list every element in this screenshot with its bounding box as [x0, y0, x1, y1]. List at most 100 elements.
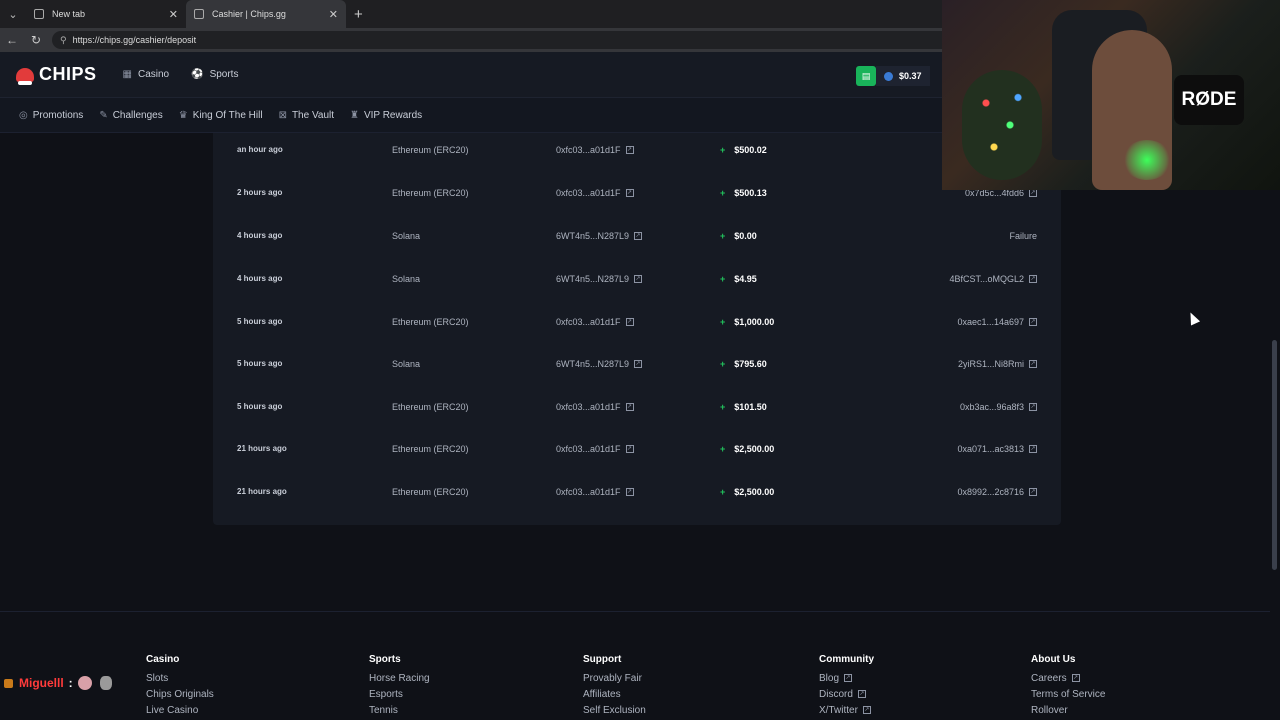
subnav-king-of-the-hill[interactable]: ♛ King Of The Hill [179, 110, 263, 121]
external-link-icon[interactable]: ↗ [625, 487, 634, 496]
tx-address-link[interactable]: 6WT4n5...N287L9 ↗ [556, 230, 643, 241]
back-arrow-icon[interactable]: ← [0, 33, 24, 47]
external-link-icon[interactable]: ↗ [1029, 487, 1037, 496]
subnav-label: Promotions [32, 109, 84, 121]
external-link-icon[interactable]: ↗ [1029, 317, 1037, 326]
table-row: an hour ago Ethereum (ERC20) 0xfc03...a0… [213, 128, 1061, 171]
footer-link[interactable]: Terms of Service [1031, 686, 1105, 702]
external-link-icon[interactable]: ↗ [634, 274, 643, 283]
tx-hash-link[interactable]: 0xaec1...14a697 ↗ [957, 317, 1037, 327]
external-link-icon[interactable]: ↗ [625, 145, 634, 154]
tx-time: 5 hours ago [237, 402, 283, 411]
tx-network: Ethereum (ERC20) [392, 401, 469, 412]
tx-hash: 4BfCST...oMQGL2 [949, 273, 1024, 284]
tx-address-link[interactable]: 6WT4n5...N287L9 ↗ [556, 274, 643, 284]
tx-amount: + $500.13 [720, 188, 767, 198]
plus-icon: + [720, 187, 726, 198]
url-field[interactable]: ⚲ https://chips.gg/cashier/deposit [52, 31, 972, 49]
tx-address-link[interactable]: 0xfc03...a01d1F ↗ [556, 444, 634, 454]
subnav-challenges[interactable]: ✎ Challenges [99, 110, 162, 121]
table-row: 5 hours ago Ethereum (ERC20) 0xfc03...a0… [213, 300, 1061, 343]
tx-amount: + $795.60 [720, 359, 767, 369]
tx-hash-link[interactable]: 2yiRS1...Ni8Rmi ↗ [958, 359, 1037, 369]
browser-tab-new[interactable]: New tab ✕ [26, 0, 186, 28]
tx-amount-value: $500.13 [734, 187, 767, 198]
nav-casino[interactable]: ▦ Casino [123, 69, 170, 80]
external-link-icon[interactable]: ↗ [625, 188, 634, 197]
tx-time: 5 hours ago [237, 359, 283, 368]
external-link-icon: ↗ [844, 674, 853, 682]
microphone: RØDE [1174, 75, 1244, 125]
footer-link-blog[interactable]: Blog ↗ [819, 670, 874, 686]
footer-link[interactable]: Horse Racing [369, 670, 430, 686]
external-link-icon[interactable]: ↗ [1029, 402, 1037, 411]
reload-icon[interactable]: ↻ [24, 33, 48, 47]
tab-title: New tab [52, 9, 86, 19]
tx-address-link[interactable]: 0xfc03...a01d1F ↗ [556, 487, 634, 497]
footer-link[interactable]: Affiliates [583, 686, 646, 702]
balance-display[interactable]: $0.37 [876, 66, 930, 86]
page-scrollbar-thumb[interactable] [1272, 340, 1277, 570]
tx-hash-link[interactable]: 0xa071...ac3813 ↗ [957, 444, 1037, 454]
footer-link-label: X/Twitter [819, 704, 858, 716]
nav-label: Sports [209, 69, 239, 80]
footer-link-careers[interactable]: Careers ↗ [1031, 670, 1105, 686]
tx-hash-link[interactable]: 0x8992...2c8716 ↗ [957, 487, 1037, 497]
tx-address-link[interactable]: 6WT4n5...N287L9 ↗ [556, 359, 643, 369]
footer-link[interactable]: Chips Originals [146, 686, 214, 702]
tx-address-link[interactable]: 0xfc03...a01d1F ↗ [556, 317, 634, 327]
external-link-icon[interactable]: ↗ [625, 402, 634, 411]
tx-hash-link[interactable]: 0xb3ac...96a8f3 ↗ [960, 402, 1037, 412]
close-tab-icon[interactable]: ✕ [329, 8, 338, 21]
cashier-wallet-icon[interactable]: ▤ [856, 66, 876, 86]
subnav-promotions[interactable]: ◎ Promotions [19, 110, 83, 121]
wallet[interactable]: ▤ $0.37 [856, 66, 930, 86]
tx-address: 6WT4n5...N287L9 [556, 230, 630, 241]
sports-icon: ⚽ [191, 69, 204, 80]
tx-amount: + $2,500.00 [720, 487, 774, 497]
site-info-icon[interactable]: ⚲ [60, 35, 67, 46]
footer-link-discord[interactable]: Discord ↗ [819, 686, 874, 702]
table-row: 5 hours ago Ethereum (ERC20) 0xfc03...a0… [213, 385, 1061, 428]
tx-amount: + $101.50 [720, 402, 767, 412]
tx-address-link[interactable]: 0xfc03...a01d1F ↗ [556, 188, 634, 198]
tx-time: 4 hours ago [237, 274, 283, 283]
external-link-icon[interactable]: ↗ [634, 231, 643, 240]
footer-link-twitter[interactable]: X/Twitter ↗ [819, 702, 874, 718]
chips-logo[interactable]: CHIPS [16, 64, 97, 85]
subnav-the-vault[interactable]: ⊠ The Vault [279, 110, 334, 121]
close-tab-icon[interactable]: ✕ [169, 8, 178, 21]
tx-status: Failure [1009, 230, 1037, 241]
plus-icon: + [720, 401, 726, 412]
footer-link[interactable]: Slots [146, 670, 214, 686]
tx-amount-value: $1,000.00 [734, 316, 775, 327]
browser-tab-cashier[interactable]: Cashier | Chips.gg ✕ [186, 0, 346, 28]
tx-address-link[interactable]: 0xfc03...a01d1F ↗ [556, 145, 634, 155]
table-row: 2 hours ago Ethereum (ERC20) 0xfc03...a0… [213, 171, 1061, 214]
external-link-icon[interactable]: ↗ [1029, 359, 1037, 368]
promotions-icon: ◎ [19, 109, 28, 121]
footer-link[interactable]: Self Exclusion [583, 702, 646, 718]
subnav-vip-rewards[interactable]: ♜ VIP Rewards [350, 110, 422, 121]
footer-link[interactable]: Esports [369, 686, 430, 702]
external-link-icon[interactable]: ↗ [625, 444, 634, 453]
external-link-icon[interactable]: ↗ [1029, 274, 1037, 283]
vip-icon: ♜ [350, 109, 359, 121]
external-link-icon[interactable]: ↗ [634, 359, 643, 368]
nav-sports[interactable]: ⚽ Sports [191, 69, 238, 80]
footer-link[interactable]: Rollover [1031, 702, 1105, 718]
tx-address-link[interactable]: 0xfc03...a01d1F ↗ [556, 402, 634, 412]
external-link-icon[interactable]: ↗ [1029, 444, 1037, 453]
table-row: 5 hours ago Solana 6WT4n5...N287L9 ↗ + $79… [213, 342, 1061, 385]
new-tab-plus-icon[interactable]: + [354, 6, 363, 23]
footer-link[interactable]: Provably Fair [583, 670, 646, 686]
plus-icon: + [720, 443, 726, 454]
tab-search-chevron-icon[interactable]: ⌄ [0, 0, 26, 28]
external-link-icon[interactable]: ↗ [625, 317, 634, 326]
challenges-icon: ✎ [99, 109, 108, 121]
footer-link[interactable]: Tennis [369, 702, 430, 718]
tx-time: 21 hours ago [237, 487, 287, 496]
footer-link[interactable]: Live Casino [146, 702, 214, 718]
tx-hash-link[interactable]: 4BfCST...oMQGL2 ↗ [949, 274, 1037, 284]
deposit-history-table: an hour ago Ethereum (ERC20) 0xfc03...a0… [213, 133, 1061, 525]
